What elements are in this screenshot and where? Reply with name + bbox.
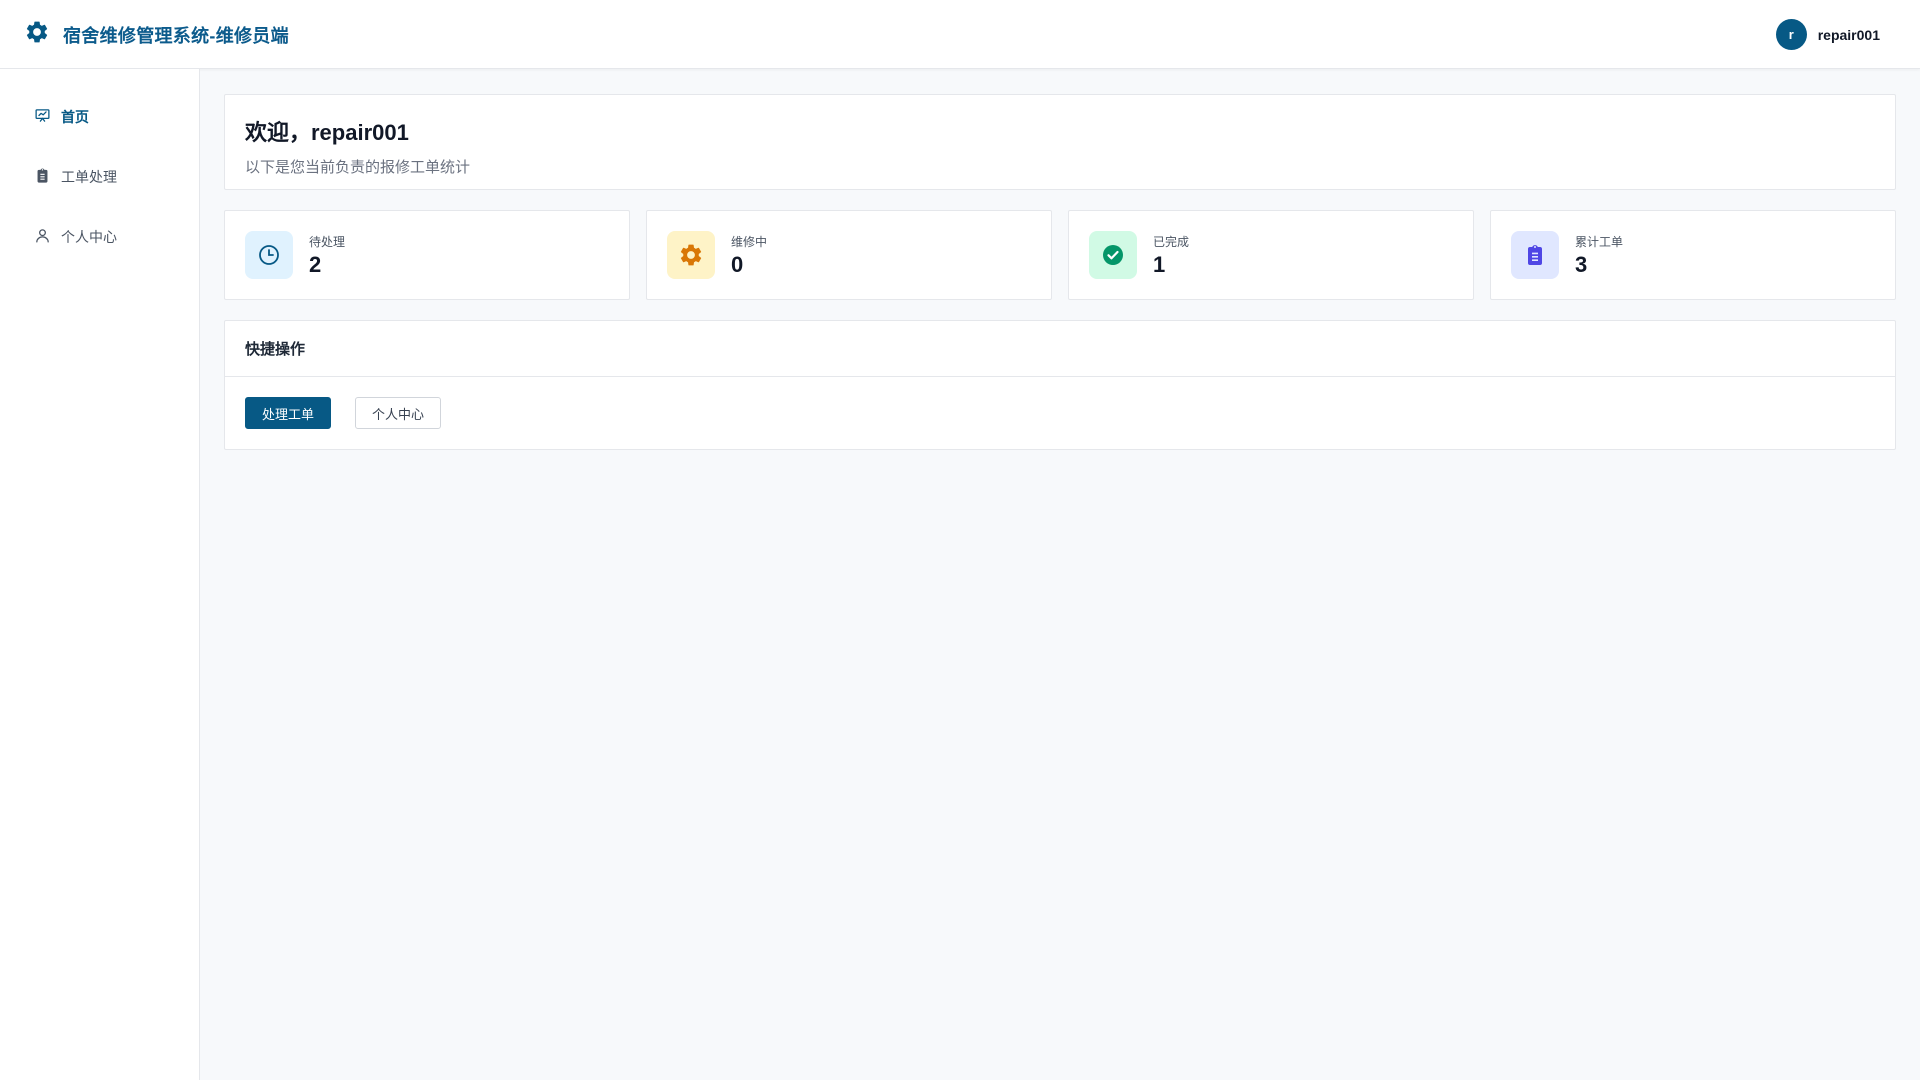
clipboard-icon bbox=[1511, 231, 1559, 279]
sidebar-item-profile[interactable]: 个人中心 bbox=[34, 225, 117, 249]
sidebar-item-label: 个人中心 bbox=[61, 229, 117, 245]
sidebar-item-work-orders[interactable]: 工单处理 bbox=[34, 165, 117, 189]
welcome-card: 欢迎，repair001 以下是您当前负责的报修工单统计 bbox=[224, 94, 1896, 190]
sidebar: 首页 工单处理 个人中心 bbox=[0, 69, 200, 1080]
process-orders-button[interactable]: 处理工单 bbox=[245, 397, 332, 429]
user-icon bbox=[34, 227, 51, 247]
stat-value: 1 bbox=[1153, 251, 1166, 277]
stat-label: 待处理 bbox=[309, 234, 346, 249]
clipboard-icon bbox=[34, 167, 51, 187]
welcome-subtitle: 以下是您当前负责的报修工单统计 bbox=[245, 159, 471, 176]
username[interactable]: repair001 bbox=[1818, 27, 1880, 43]
stat-label: 维修中 bbox=[731, 234, 768, 249]
gear-icon bbox=[667, 231, 715, 279]
stat-value: 0 bbox=[731, 251, 744, 277]
stat-value: 2 bbox=[309, 251, 322, 277]
stat-label: 已完成 bbox=[1153, 234, 1190, 249]
stat-card-total: 累计工单 3 bbox=[1490, 210, 1896, 300]
sidebar-item-home[interactable]: 首页 bbox=[34, 105, 89, 129]
stat-card-pending: 待处理 2 bbox=[224, 210, 630, 300]
sidebar-item-label: 首页 bbox=[61, 109, 89, 125]
top-header: 宿舍维修管理系统-维修员端 r repair001 bbox=[0, 0, 1920, 69]
stat-card-completed: 已完成 1 bbox=[1068, 210, 1474, 300]
quick-actions-title: 快捷操作 bbox=[225, 321, 1895, 377]
sidebar-item-label: 工单处理 bbox=[61, 169, 117, 185]
app-title: 宿舍维修管理系统-维修员端 bbox=[63, 25, 289, 46]
stat-label: 累计工单 bbox=[1575, 234, 1624, 249]
gear-icon bbox=[24, 19, 50, 50]
dashboard-icon bbox=[34, 107, 51, 127]
check-circle-icon bbox=[1089, 231, 1137, 279]
profile-button[interactable]: 个人中心 bbox=[355, 397, 442, 429]
welcome-title: 欢迎，repair001 bbox=[245, 120, 409, 145]
brand[interactable]: 宿舍维修管理系统-维修员端 bbox=[24, 0, 289, 69]
stat-value: 3 bbox=[1575, 251, 1588, 277]
avatar[interactable]: r bbox=[1775, 19, 1807, 50]
quick-actions-card: 快捷操作 处理工单 个人中心 bbox=[224, 320, 1896, 450]
user-menu[interactable]: r repair001 bbox=[1775, 0, 1880, 69]
stat-card-in-repair: 维修中 0 bbox=[646, 210, 1052, 300]
clock-icon bbox=[245, 231, 293, 279]
